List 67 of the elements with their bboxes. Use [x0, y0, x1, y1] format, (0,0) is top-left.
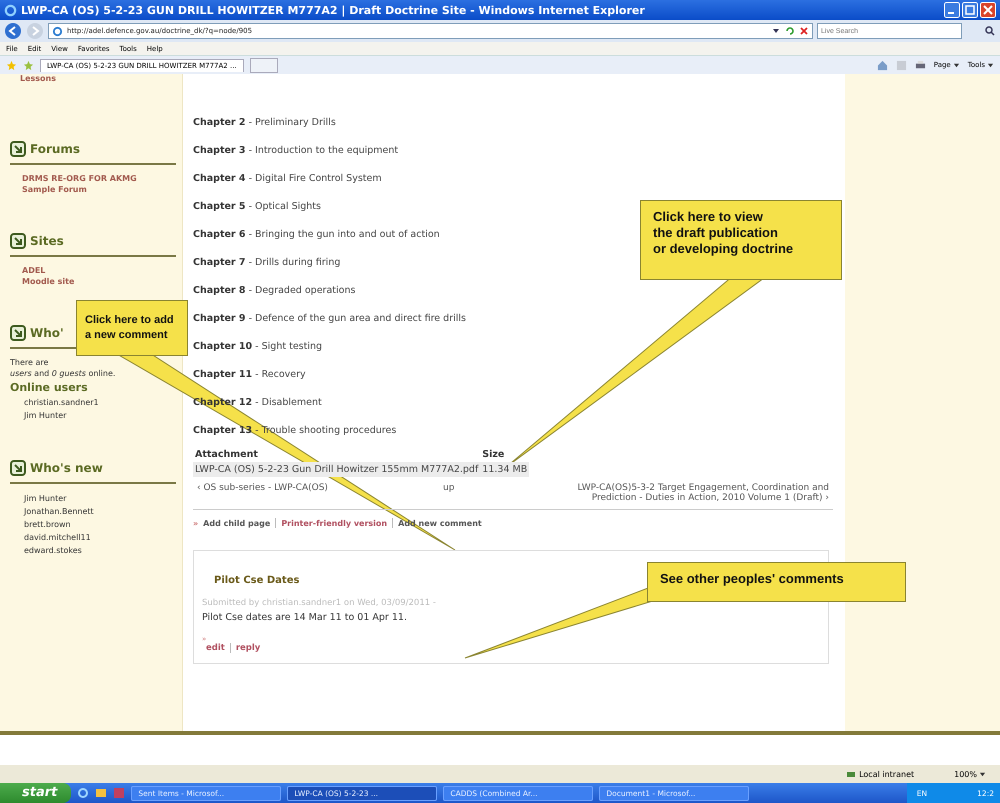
- user-link[interactable]: christian.sandner1: [10, 396, 176, 409]
- column-header: Attachment: [193, 447, 480, 462]
- sidebar-link[interactable]: DRMS RE-ORG FOR AKMG: [10, 173, 142, 184]
- comment-link[interactable]: reply: [236, 643, 260, 653]
- close-icon[interactable]: [980, 2, 996, 18]
- refresh-icon[interactable]: [785, 26, 795, 36]
- security-zone: Local intranet: [859, 770, 914, 778]
- stop-icon[interactable]: [799, 26, 809, 36]
- user-link[interactable]: david.mitchell11: [10, 531, 176, 544]
- chapter-link[interactable]: Chapter 6 - Bringing the gun into and out of action: [193, 226, 440, 244]
- chapter-link[interactable]: Chapter 10 - Sight testing: [193, 338, 322, 356]
- search-icon[interactable]: [984, 25, 996, 37]
- callout: Click here to add a new comment: [76, 300, 188, 356]
- back-icon[interactable]: [4, 22, 22, 40]
- column-header: Size: [480, 447, 530, 462]
- callout: See other peoples' comments: [647, 562, 906, 602]
- block-title: Forums: [30, 142, 80, 156]
- user-link[interactable]: brett.brown: [10, 518, 176, 531]
- attachment-link[interactable]: LWP-CA (OS) 5-2-23 Gun Drill Howitzer 155mm M777A2.pdf: [193, 462, 480, 477]
- chapter-link[interactable]: Chapter 3 - Introduction to the equipment: [193, 142, 398, 160]
- print-icon[interactable]: [914, 60, 926, 70]
- previous-page-link[interactable]: ‹ OS sub-series - LWP-CA(OS): [197, 483, 407, 503]
- caret-icon: [987, 62, 994, 68]
- caret-icon: [952, 62, 960, 68]
- sidebar-link[interactable]: ADEL: [10, 265, 142, 276]
- comment-link[interactable]: edit: [206, 643, 225, 653]
- block-subtitle: Online users: [10, 381, 89, 394]
- caret-icon: [979, 770, 986, 778]
- block-title: Who': [30, 326, 64, 340]
- chapter-link[interactable]: Chapter 7 - Drills during firing: [193, 254, 340, 272]
- browser-logo-icon: [4, 4, 17, 16]
- sidebar-link[interactable]: Lessons: [20, 74, 176, 83]
- user-link[interactable]: Jim Hunter: [10, 492, 176, 505]
- zoom-level[interactable]: 100%: [954, 770, 986, 778]
- callout: Click here to view the draft publication or developing doctrine: [640, 200, 842, 280]
- user-link[interactable]: edward.stokes: [10, 544, 176, 557]
- window-title: LWP-CA (OS) 5-2-23 GUN DRILL HOWITZER M777A2 | Draft Doctrine Site - Windows Internet Explorer: [21, 4, 646, 16]
- maximize-icon[interactable]: [962, 2, 978, 18]
- home-icon[interactable]: [876, 60, 888, 70]
- block-title: Sites: [30, 234, 64, 248]
- comment-meta: Submitted by christian.sandner1 on Wed, 03/09/2011 -: [202, 598, 437, 608]
- user-link[interactable]: Jonathan.Bennett: [10, 505, 176, 518]
- network-icon: [846, 769, 856, 779]
- chapter-link[interactable]: Chapter 2 - Preliminary Drills: [193, 114, 336, 132]
- online-text: users and 0 guests online.: [10, 368, 116, 379]
- bullet-marker: »: [193, 518, 198, 528]
- favorites-star-icon[interactable]: [6, 60, 17, 70]
- chapter-link[interactable]: Chapter 4 - Digital Fire Control System: [193, 170, 382, 188]
- block-title: Who's new: [30, 461, 103, 475]
- page-icon: [52, 26, 63, 36]
- sidebar-link[interactable]: Moodle site: [10, 276, 142, 287]
- node-link[interactable]: Add child page: [203, 518, 270, 528]
- new-tab-button[interactable]: [250, 58, 278, 72]
- chapter-link[interactable]: Chapter 8 - Degraded operations: [193, 282, 356, 300]
- minimize-icon[interactable]: [944, 2, 960, 18]
- comment-body: Pilot Cse dates are 14 Mar 11 to 01 Apr 11.: [202, 612, 408, 623]
- file-size: 11.34 MB: [480, 462, 530, 477]
- user-link[interactable]: Jim Hunter: [10, 409, 176, 422]
- sidebar-link[interactable]: Sample Forum: [10, 184, 142, 195]
- browser-logo-icon[interactable]: [77, 787, 90, 799]
- node-link[interactable]: Printer-friendly version: [281, 518, 388, 528]
- up-link[interactable]: up: [443, 483, 533, 503]
- online-text: There are: [10, 357, 50, 368]
- next-page-link[interactable]: LWP-CA(OS)5-3-2 Target Engagement, Coordination and Prediction - Duties in Action, 2010 Volume 1 (Draft) ›: [569, 483, 829, 503]
- chapter-link[interactable]: Chapter 9 - Defence of the gun area and direct fire drills: [193, 310, 466, 328]
- chapter-link[interactable]: Chapter 5 - Optical Sights: [193, 198, 321, 216]
- chapter-link[interactable]: Chapter 11 - Recovery: [193, 366, 306, 384]
